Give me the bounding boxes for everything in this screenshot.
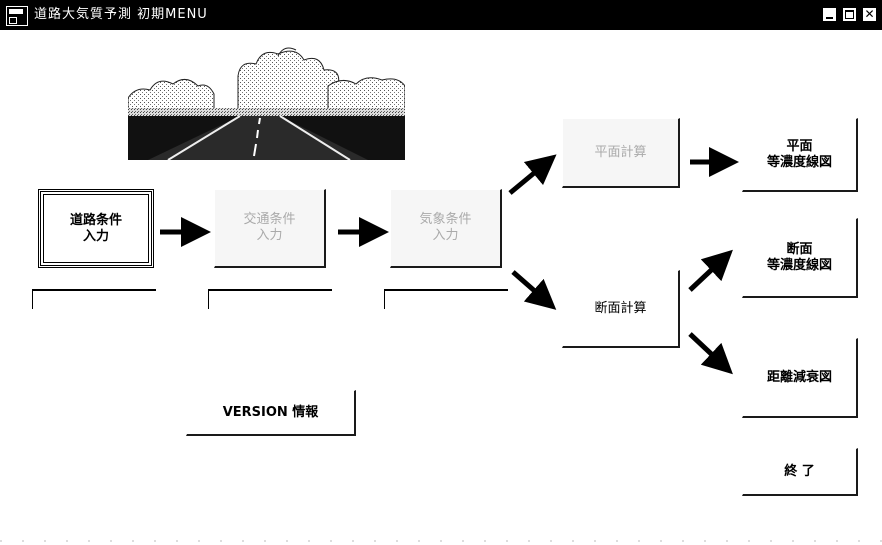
arrow-section-to-decay — [688, 332, 733, 375]
bottom-divider — [0, 540, 882, 542]
weather-condition-input-button[interactable]: 気象条件 入力 — [390, 189, 502, 268]
road-condition-input-button[interactable]: 道路条件 入力 — [38, 189, 154, 268]
plane-calculation-button[interactable]: 平面計算 — [562, 118, 680, 188]
arrow-section-to-contour — [688, 249, 733, 292]
traffic-condition-input-button[interactable]: 交通条件 入力 — [214, 189, 326, 268]
section-calculation-button[interactable]: 断面計算 — [562, 270, 680, 348]
arrow-weather-to-section — [511, 270, 557, 310]
weather-status-box — [384, 289, 508, 309]
version-info-button[interactable]: VERSION 情報 — [186, 390, 356, 436]
traffic-status-box — [208, 289, 332, 309]
exit-button[interactable]: 終 了 — [742, 448, 858, 496]
distance-decay-chart-button[interactable]: 距離減衰図 — [742, 338, 858, 418]
arrow-weather-to-plane — [508, 154, 557, 195]
road-status-box — [32, 289, 156, 309]
section-contour-map-button[interactable]: 断面 等濃度線図 — [742, 218, 858, 298]
plane-contour-map-button[interactable]: 平面 等濃度線図 — [742, 118, 858, 192]
